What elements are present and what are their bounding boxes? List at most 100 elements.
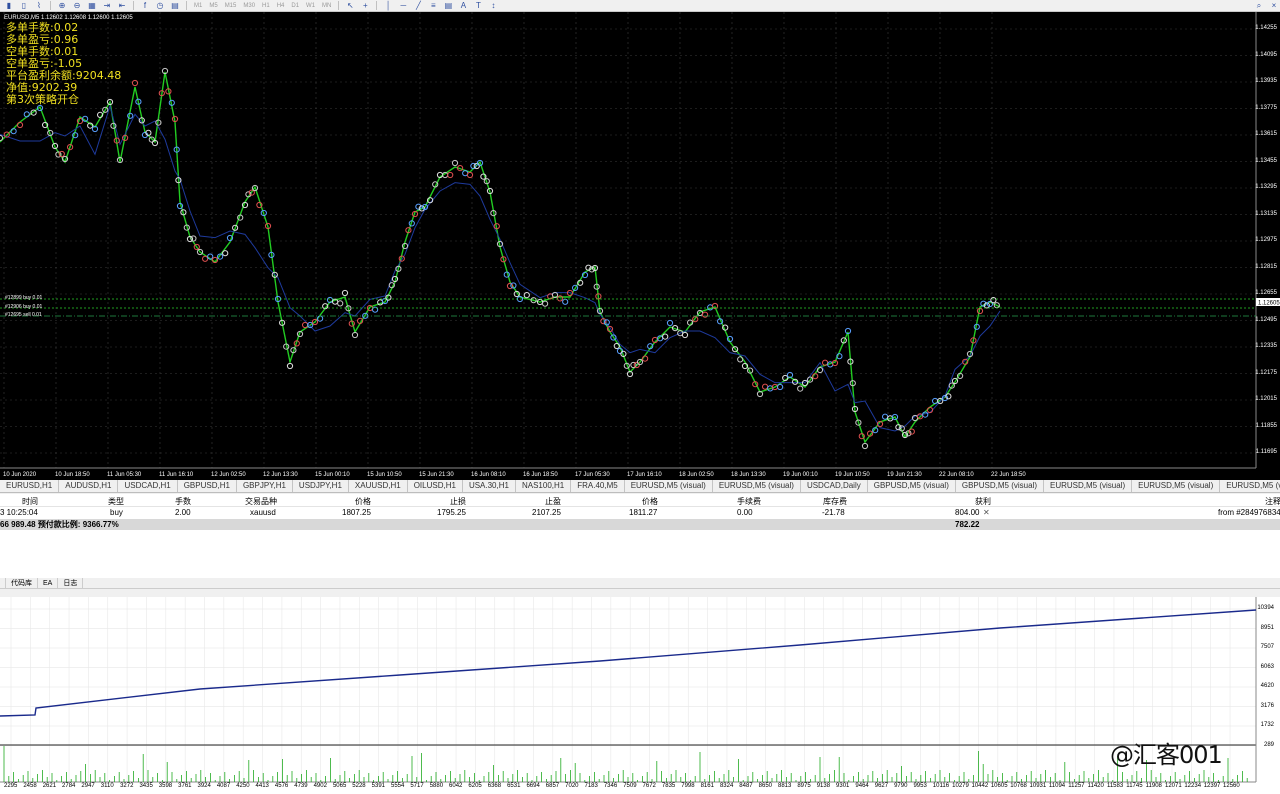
templates-icon[interactable]: ▤ <box>169 1 181 11</box>
report-trade-label: 2458 <box>23 783 37 789</box>
cursor-icon[interactable]: ↖ <box>344 1 356 11</box>
timeframe-d1[interactable]: D1 <box>289 3 301 9</box>
trendline-icon[interactable]: ╱ <box>412 1 424 11</box>
horizontal-line-icon[interactable]: ─ <box>397 1 409 11</box>
tab-chart-15[interactable]: GBPUSD,M5 (visual) <box>956 480 1044 492</box>
vertical-line-icon[interactable]: │ <box>382 1 394 11</box>
indicators-icon[interactable]: f <box>139 1 151 11</box>
price-tick-label: 1.12335 <box>1255 343 1277 349</box>
column-header[interactable]: 交易品种 <box>245 496 277 507</box>
tile-windows-icon[interactable]: ▦ <box>86 1 98 11</box>
report-trade-label: 3110 <box>100 783 114 789</box>
tab-chart-4[interactable]: GBPJPY,H1 <box>237 480 293 492</box>
arrows-icon[interactable]: ↕ <box>487 1 499 11</box>
tab-chart-10[interactable]: FRA.40,M5 <box>571 480 625 492</box>
text-tool-icon[interactable]: A <box>457 1 469 11</box>
crosshair-icon[interactable]: + <box>359 1 371 11</box>
chart-shift-icon[interactable]: ⇤ <box>116 1 128 11</box>
tab-chart-5[interactable]: USDJPY,H1 <box>293 480 349 492</box>
order-line-label: #12695 sell 0.01 <box>5 312 42 318</box>
terminal-window: ▮ ▯ ⌇ ⊕ ⊖ ▦ ⇥ ⇤ f ◷ ▤ M1 M5 M15 M30 H1 H… <box>0 0 1280 794</box>
timeframe-mn[interactable]: MN <box>320 3 333 9</box>
tab-chart-9[interactable]: NAS100,H1 <box>516 480 572 492</box>
line-chart-icon[interactable]: ⌇ <box>33 1 45 11</box>
tab-chart-0[interactable]: EURUSD,H1 <box>0 480 60 492</box>
column-header[interactable]: 手续费 <box>737 496 761 507</box>
time-tick-label: 11 Jun 05:30 <box>107 472 142 478</box>
table-row[interactable]: 3 10:25:04 buy 2.00 xauusd 1807.25 1795.25 210… <box>0 507 1280 518</box>
zoom-in-icon[interactable]: ⊕ <box>56 1 68 11</box>
watermark: @汇客001 <box>1110 741 1223 769</box>
candle-chart-icon[interactable]: ▯ <box>18 1 30 11</box>
search-icon[interactable]: ⌕ <box>1253 1 1265 11</box>
column-header[interactable]: 时间 <box>22 496 38 507</box>
trade-marker <box>202 255 209 262</box>
fibonacci-icon[interactable]: ▤ <box>442 1 454 11</box>
close-x-icon[interactable]: ✕ <box>983 507 990 518</box>
timeframe-w1[interactable]: W1 <box>304 3 317 9</box>
timeframe-m15[interactable]: M15 <box>223 3 239 9</box>
price-tick-label: 1.13295 <box>1255 184 1277 190</box>
tab-chart-14[interactable]: GBPUSD,M5 (visual) <box>868 480 956 492</box>
trade-marker <box>861 442 869 450</box>
periods-icon[interactable]: ◷ <box>154 1 166 11</box>
report-trade-label: 10442 <box>971 783 989 789</box>
tab-journal[interactable]: 日志 <box>58 578 84 588</box>
zoom-out-icon[interactable]: ⊖ <box>71 1 83 11</box>
report-trade-label: 9138 <box>816 783 831 789</box>
timeframe-m5[interactable]: M5 <box>207 3 219 9</box>
bar-chart-icon[interactable]: ▮ <box>3 1 15 11</box>
tab-chart-7[interactable]: OILUSD,H1 <box>408 480 463 492</box>
tab-chart-18[interactable]: EURUSD,M5 (visual) <box>1220 480 1280 492</box>
column-header[interactable]: 手数 <box>175 496 191 507</box>
tab-chart-16[interactable]: EURUSD,M5 (visual) <box>1044 480 1133 492</box>
time-tick-label: 16 Jun 08:10 <box>471 472 506 478</box>
column-header[interactable]: 类型 <box>108 496 124 507</box>
tab-ea[interactable]: EA <box>38 578 59 588</box>
report-trade-label: 9464 <box>855 783 869 789</box>
column-header[interactable]: 注释 <box>1265 496 1280 507</box>
report-value-label: 289 <box>1263 741 1274 748</box>
column-header[interactable]: 价格 <box>355 496 371 507</box>
price-chart[interactable]: 1.12605 EURUSD,M5 1.12602 1.12608 1.1260… <box>0 12 1280 480</box>
column-header[interactable]: 止损 <box>450 496 466 507</box>
report-value-label: 10394 <box>1257 605 1274 611</box>
column-header[interactable]: 止盈 <box>545 496 561 507</box>
tab-chart-6[interactable]: XAUUSD,H1 <box>349 480 408 492</box>
tab-chart-3[interactable]: GBPUSD,H1 <box>178 480 237 492</box>
tab-chart-17[interactable]: EURUSD,M5 (visual) <box>1132 480 1221 492</box>
table-cell: buy <box>110 508 123 517</box>
timeframe-h1[interactable]: H1 <box>260 3 272 9</box>
report-trade-label: 9790 <box>894 783 908 789</box>
report-trade-label: 12560 <box>1223 783 1240 789</box>
report-trade-label: 11420 <box>1087 783 1104 789</box>
report-trade-label: 11257 <box>1068 783 1085 789</box>
trade-marker <box>797 385 804 392</box>
timeframe-h4[interactable]: H4 <box>275 3 287 9</box>
channel-icon[interactable]: ≡ <box>427 1 439 11</box>
tab-chart-11[interactable]: EURUSD,M5 (visual) <box>625 480 713 492</box>
tab-code-base[interactable]: 代码库 <box>6 578 38 588</box>
price-tick-label: 1.12495 <box>1255 316 1277 323</box>
time-tick-label: 22 Jun 08:10 <box>939 472 974 478</box>
tab-chart-1[interactable]: AUDUSD,H1 <box>59 480 119 492</box>
tab-chart-13[interactable]: USDCAD,Daily <box>801 480 868 492</box>
balance-line <box>0 609 1257 717</box>
column-header[interactable]: 库存费 <box>823 496 847 507</box>
timeframe-m30[interactable]: M30 <box>241 3 257 9</box>
timeframe-m1[interactable]: M1 <box>192 3 204 9</box>
tab-chart-12[interactable]: EURUSD,M5 (visual) <box>713 480 801 492</box>
tab-chart-8[interactable]: USA.30,H1 <box>463 480 516 492</box>
autoscroll-icon[interactable]: ⇥ <box>101 1 113 11</box>
time-tick-label: 10 Jun 2020 <box>3 472 37 478</box>
report-trade-label: 2295 <box>4 783 18 789</box>
report-trade-label: 12397 <box>1203 783 1221 789</box>
report-trade-label: 10605 <box>990 783 1008 789</box>
close-icon[interactable]: × <box>1268 1 1280 11</box>
report-trade-label: 11908 <box>1145 783 1162 789</box>
tab-chart-2[interactable]: USDCAD,H1 <box>118 480 178 492</box>
label-tool-icon[interactable]: T <box>472 1 484 11</box>
column-header[interactable]: 获利 <box>975 496 991 507</box>
column-header[interactable]: 价格 <box>642 496 658 507</box>
report-value-label: 7507 <box>1260 644 1274 650</box>
